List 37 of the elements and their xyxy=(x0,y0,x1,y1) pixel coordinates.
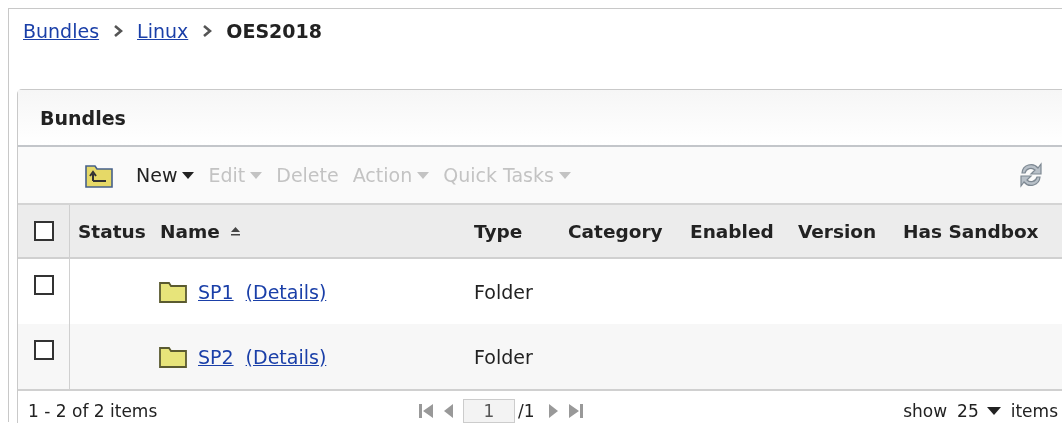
item-link[interactable]: SP1 xyxy=(198,280,234,303)
last-page-icon[interactable] xyxy=(567,403,584,419)
column-header[interactable]: Category xyxy=(560,205,682,259)
item-link[interactable]: SP2 xyxy=(198,345,234,368)
item-count: 1 - 2 of 2 items xyxy=(28,401,159,421)
folder-icon xyxy=(158,279,188,304)
column-header[interactable]: Has Sandbox xyxy=(895,205,1062,259)
column-header[interactable]: Status xyxy=(70,205,152,259)
toolbar-button[interactable]: New xyxy=(136,164,209,186)
breadcrumb-current: OES2018 xyxy=(226,20,322,42)
checkbox[interactable] xyxy=(33,275,54,295)
items-label: items xyxy=(1010,401,1058,421)
panel-title: Bundles xyxy=(40,106,126,129)
table-cell: Folder xyxy=(474,345,533,368)
details-link[interactable]: (Details) xyxy=(245,280,327,303)
previous-page-icon[interactable] xyxy=(443,403,454,419)
chevron-icon xyxy=(202,24,213,38)
details-link[interactable]: (Details) xyxy=(245,345,327,368)
breadcrumb-link[interactable]: Linux xyxy=(137,20,189,42)
caret-icon xyxy=(986,407,1001,415)
checkbox[interactable] xyxy=(33,221,54,241)
table-cell: Folder xyxy=(474,280,533,303)
show-label: show xyxy=(903,401,948,421)
page-total: /1 xyxy=(518,401,535,421)
next-page-icon[interactable] xyxy=(547,403,559,419)
chevron-icon xyxy=(113,24,124,38)
refresh-icon[interactable] xyxy=(1018,160,1044,190)
page-field[interactable]: 1 xyxy=(463,399,515,423)
page-size-dropdown[interactable]: 25 xyxy=(957,401,1001,421)
breadcrumb-link[interactable]: Bundles xyxy=(23,20,100,42)
folder-icon xyxy=(158,344,188,369)
column-header[interactable]: Type xyxy=(466,205,560,259)
column-header[interactable]: Name xyxy=(152,205,466,259)
first-page-icon[interactable] xyxy=(418,403,434,419)
checkbox[interactable] xyxy=(33,340,54,360)
column-header[interactable]: Version xyxy=(790,205,895,259)
column-header[interactable]: Enabled xyxy=(682,205,790,259)
